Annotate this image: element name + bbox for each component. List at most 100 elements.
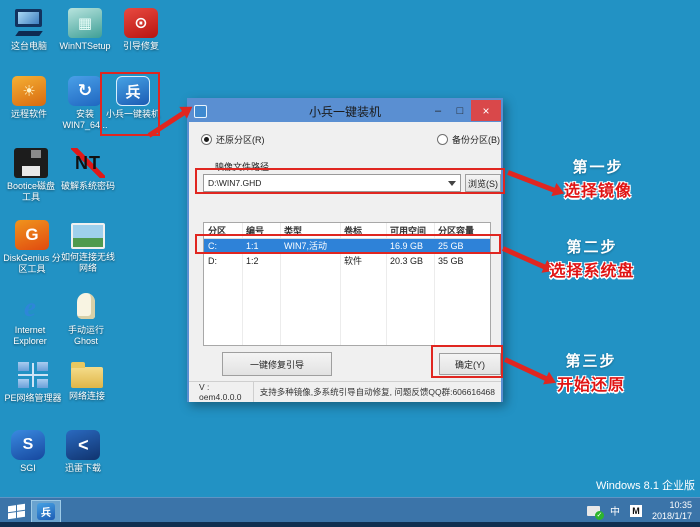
image-path-combobox[interactable]: D:\WIN7.GHD [203, 174, 461, 192]
ok-button[interactable]: 确定(Y) [439, 353, 501, 375]
radio-backup-partition[interactable]: 备份分区(B) [437, 133, 500, 146]
table-row-d[interactable]: D: 1:2 软件 20.3 GB 35 GB [204, 254, 490, 269]
gear-refresh-icon: ↻ [68, 76, 102, 106]
cell-free-space: 20.3 GB [390, 256, 424, 266]
radio-selected-icon [201, 134, 212, 145]
desktop-icon-label: Bootice磁盘 工具 [6, 181, 56, 202]
repair-boot-button[interactable]: 一键修复引导 [222, 352, 332, 376]
network-tray-icon[interactable] [586, 505, 604, 520]
taskbar-clock[interactable]: 10:35 2018/1/17 [652, 500, 692, 522]
desktop-icon-bootice[interactable]: Bootice磁盘 工具 [2, 148, 60, 203]
diskgenius-icon: G [15, 220, 49, 250]
desktop-icon-sgi[interactable]: S SGI [4, 430, 52, 474]
package-icon: ▦ [68, 8, 102, 38]
desktop-icon-remote-software[interactable]: ☀ 远程软件 [4, 76, 54, 120]
dialog-body: 还原分区(R) 备份分区(B) 映像文件路径 D:\WIN7.GHD 浏览(S)… [189, 122, 501, 402]
desktop-icon-winntsetup[interactable]: ▦ WinNTSetup [56, 8, 114, 52]
column-header[interactable]: 编号 [242, 223, 280, 238]
dialog-statusbar: V : oem4.0.0.0 支持多种镜像,多系统引导自动修复, 问题反馈QQ群… [189, 381, 501, 402]
desktop-icon-password-crack[interactable]: NT 破解系统密码 [58, 148, 118, 192]
column-header[interactable]: 类型 [280, 223, 340, 238]
desktop-icon-wireless-help[interactable]: 如何连接无线 网络 [58, 220, 118, 274]
table-header-row: 分区 编号 类型 卷标 可用空间 分区容量 [204, 223, 490, 239]
desktop-icon-this-pc[interactable]: 这台电脑 [4, 8, 54, 52]
step-title: 第三步 [565, 353, 617, 370]
image-path-value: D:\WIN7.GHD [208, 178, 262, 188]
desktop-icon-ghost[interactable]: 手动运行 Ghost [58, 292, 114, 347]
desktop-icon-boot-repair[interactable]: ⊙ 引导修复 [116, 8, 166, 52]
close-button[interactable]: × [471, 100, 501, 121]
desktop-icon-label: WinNTSetup [59, 41, 111, 51]
ime-indicator[interactable]: 中 [610, 503, 620, 518]
desktop-icon-label: PE网络管理器 [4, 393, 62, 403]
desktop-icon-internet-explorer[interactable]: e Internet Explorer [4, 292, 56, 347]
desktop-icon-thunder[interactable]: < 迅雷下载 [56, 430, 110, 474]
dialog-titlebar[interactable]: 小兵一键装机 – □ × [189, 100, 501, 122]
column-header[interactable]: 分区容量 [434, 223, 490, 238]
desktop-icon-pe-network-manager[interactable]: PE网络管理器 [2, 360, 64, 404]
thunder-bird-icon: < [66, 430, 100, 460]
radio-restore-partition[interactable]: 还原分区(R) [201, 133, 265, 146]
computer-icon [12, 8, 46, 38]
sgi-icon: S [11, 430, 45, 460]
desktop-icon-label: Internet Explorer [13, 325, 47, 346]
version-text: V : oem4.0.0.0 [189, 382, 254, 402]
xiaobing-app-icon: 兵 [116, 76, 150, 106]
taskbar: 兵 中 M 10:35 2018/1/17 [0, 497, 700, 527]
floppy-disk-icon [14, 148, 48, 178]
table-row-c[interactable]: C: 1:1 WIN7,活动 16.9 GB 25 GB [204, 239, 490, 254]
network-nodes-icon [16, 360, 50, 390]
xiaobing-app-icon: 兵 [37, 503, 55, 520]
column-header[interactable]: 卷标 [340, 223, 386, 238]
cell-label: 软件 [344, 256, 363, 266]
folder-icon [71, 362, 103, 388]
step-title: 第一步 [572, 159, 624, 176]
desktop-icon-label: SGI [20, 463, 36, 473]
chevron-down-icon[interactable] [448, 180, 456, 186]
nt-key-icon: NT [71, 148, 105, 178]
ghost-icon [69, 292, 103, 322]
column-header[interactable]: 分区 [204, 223, 242, 238]
desktop-icon-diskgenius[interactable]: G DiskGenius 分区工具 [2, 220, 62, 275]
desktop-icon-label: 引导修复 [122, 41, 159, 51]
cell-type: WIN7,活动 [284, 241, 328, 251]
desktop-icon-label: 网络连接 [68, 391, 105, 401]
ie-icon: e [24, 291, 36, 322]
desktop-icon-label: 小兵一键装机 [105, 109, 160, 119]
radio-label: 还原分区(R) [216, 135, 265, 145]
sun-icon: ☀ [12, 76, 46, 106]
browse-button[interactable]: 浏览(S) [465, 174, 501, 192]
cell-type [280, 254, 340, 269]
taskbar-app-xiaobing[interactable]: 兵 [31, 500, 61, 523]
step-subtitle: 选择镜像 [563, 183, 632, 200]
ime-mode-icon[interactable]: M [629, 504, 642, 517]
desktop-icon-label: 破解系统密码 [60, 181, 115, 191]
maximize-button[interactable]: □ [449, 100, 471, 121]
toolbox-icon: ⊙ [124, 8, 158, 38]
annotation-step2: 第二步 选择系统盘 [532, 236, 652, 281]
status-text: 支持多种镜像,多系统引导自动修复, 问题反馈QQ群:606616468 [259, 387, 495, 397]
cell-capacity: 25 GB [438, 241, 464, 251]
cell-label [340, 239, 386, 254]
windows-version-label: Windows 8.1 企业版 [595, 480, 695, 492]
radio-unselected-icon [437, 134, 448, 145]
desktop: { "desktop": { "os_label": "Windows 8.1 … [0, 0, 700, 527]
cell-capacity: 35 GB [438, 256, 464, 266]
clock-time: 10:35 [669, 499, 692, 510]
cell-partition: D: [208, 256, 217, 266]
annotation-step3: 第三步 开始还原 [536, 350, 646, 395]
desktop-icon-label: 这台电脑 [10, 41, 47, 51]
cell-partition: C: [208, 241, 217, 251]
desktop-icon-network-connect[interactable]: 网络连接 [60, 360, 114, 402]
desktop-icon-xiaobing-installer[interactable]: 兵 小兵一键装机 [102, 76, 164, 120]
cell-number: 1:2 [246, 256, 259, 266]
desktop-icon-label: 远程软件 [10, 109, 47, 119]
column-header[interactable]: 可用空间 [386, 223, 434, 238]
start-button[interactable] [8, 503, 25, 520]
step-title: 第二步 [566, 239, 618, 256]
minimize-button[interactable]: – [427, 100, 449, 121]
system-tray: 中 M 10:35 2018/1/17 [586, 498, 700, 523]
image-path-label: 映像文件路径 [215, 162, 270, 172]
annotation-step1: 第一步 选择镜像 [548, 156, 648, 201]
clock-date: 2018/1/17 [651, 510, 692, 521]
